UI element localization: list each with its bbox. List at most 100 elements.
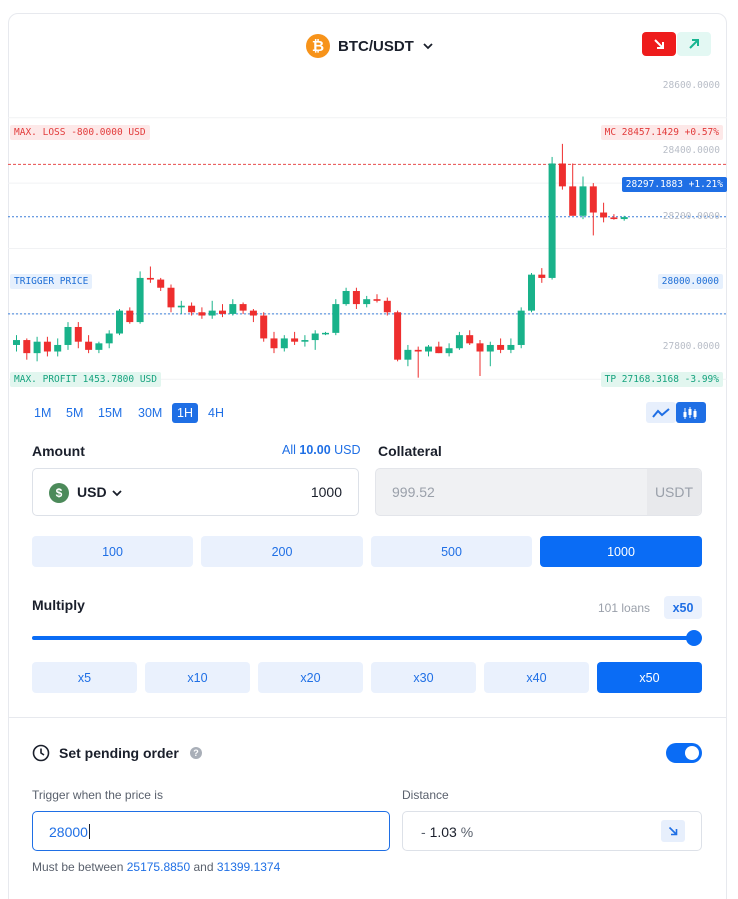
long-button[interactable] xyxy=(677,32,711,56)
line-chart-button[interactable] xyxy=(646,402,676,423)
dollar-icon: $ xyxy=(49,483,69,503)
candle-body xyxy=(517,310,525,345)
collateral-label: Collateral xyxy=(378,443,442,459)
pending-order-toggle[interactable] xyxy=(666,743,702,763)
candle-body xyxy=(404,349,412,360)
candlestick-plot xyxy=(8,117,727,380)
candle-body xyxy=(332,304,340,333)
timeframe-1m[interactable]: 1M xyxy=(30,403,55,423)
timeframe-1h[interactable]: 1H xyxy=(172,403,198,423)
multiplier-slider-handle[interactable] xyxy=(686,630,702,646)
pair-selector[interactable]: ₿ BTC/USDT xyxy=(306,34,434,58)
distance-value: 1.03 xyxy=(429,824,457,840)
section-divider xyxy=(8,717,727,718)
candle-body xyxy=(311,333,319,341)
trigger-price-label: TRIGGER PRICE xyxy=(10,274,93,289)
candle-body xyxy=(352,291,360,305)
candle-body xyxy=(188,305,196,313)
candle-body xyxy=(383,300,391,313)
candle-body xyxy=(198,312,206,316)
candle-body xyxy=(497,344,505,350)
y-tick: 28600.0000 xyxy=(662,80,720,91)
multiply-label: Multiply xyxy=(32,597,85,613)
chevron-down-icon xyxy=(423,43,433,50)
candle-body xyxy=(414,349,422,352)
multiplier-badge: x50 xyxy=(664,596,702,619)
candlestick-chart-icon xyxy=(683,406,697,419)
candle-body xyxy=(589,186,597,213)
candle-body xyxy=(116,310,123,334)
candle-body xyxy=(394,312,402,360)
candle-body xyxy=(455,335,463,349)
multiplier-x50[interactable]: x50 xyxy=(597,662,702,693)
candle-body xyxy=(600,212,608,218)
candle-body xyxy=(126,310,134,323)
candle-body xyxy=(85,341,93,350)
currency-selector[interactable]: USD xyxy=(77,484,107,500)
timeframe-30m[interactable]: 30M xyxy=(134,403,166,423)
toggle-knob xyxy=(685,746,699,760)
candle-body xyxy=(363,299,371,305)
multiplier-x5[interactable]: x5 xyxy=(32,662,137,693)
trigger-price-input[interactable]: 28000 xyxy=(32,811,390,851)
y-tick: 28200.0000 xyxy=(662,211,720,222)
amount-preset-1000[interactable]: 1000 xyxy=(540,536,702,567)
pair-label: BTC/USDT xyxy=(338,37,414,55)
candle-body xyxy=(569,186,577,216)
multiplier-x20[interactable]: x20 xyxy=(258,662,363,693)
amount-preset-500[interactable]: 500 xyxy=(371,536,532,567)
hint-max: 31399.1374 xyxy=(216,860,281,874)
candle-body xyxy=(54,344,62,352)
candle-body xyxy=(136,277,144,323)
distance-field[interactable]: - 1.03 % xyxy=(402,811,702,851)
multiplier-x30[interactable]: x30 xyxy=(371,662,476,693)
multiplier-x40[interactable]: x40 xyxy=(484,662,589,693)
candle-body xyxy=(435,346,443,354)
candle-body xyxy=(476,343,484,352)
amount-preset-200[interactable]: 200 xyxy=(201,536,363,567)
y-tick: 27800.0000 xyxy=(662,341,720,352)
candle-body xyxy=(425,346,432,352)
max-loss-label: MAX. LOSS -800.0000 USD xyxy=(10,125,150,140)
arrow-down-right-icon xyxy=(654,39,664,49)
price-chart[interactable]: 28600.0000 28400.0000 28200.0000 27800.0… xyxy=(8,75,727,395)
all-balance-link[interactable]: All 10.00 USD xyxy=(282,443,361,457)
candlestick-chart-button[interactable] xyxy=(676,402,706,423)
candle-body xyxy=(322,332,329,335)
direction-toggle-button[interactable] xyxy=(661,820,685,842)
candle-body xyxy=(105,333,113,344)
amount-input[interactable]: $ USD 1000 xyxy=(32,468,359,516)
trigger-price-value: 28000 xyxy=(49,824,88,840)
timeframe-15m[interactable]: 15M xyxy=(94,403,126,423)
candle-body xyxy=(208,310,216,316)
amount-preset-100[interactable]: 100 xyxy=(32,536,193,567)
multiplier-x10[interactable]: x10 xyxy=(145,662,250,693)
candle-body xyxy=(157,279,165,288)
all-balance-unit: USD xyxy=(334,443,361,457)
clock-icon xyxy=(32,744,50,762)
collateral-unit: USDT xyxy=(647,469,701,515)
candle-body xyxy=(445,348,453,354)
candle-body xyxy=(95,343,103,350)
multiplier-slider[interactable] xyxy=(32,636,694,640)
candle-body xyxy=(558,163,566,187)
chevron-down-icon[interactable] xyxy=(111,487,123,499)
timeframe-4h[interactable]: 4H xyxy=(204,403,228,423)
bitcoin-icon: ₿ xyxy=(306,34,330,58)
candle-body xyxy=(486,344,494,352)
candle-body xyxy=(239,304,247,311)
collateral-value: 999.52 xyxy=(392,484,435,500)
help-icon[interactable]: ? xyxy=(190,747,202,759)
candle-body xyxy=(249,310,257,316)
candle-body xyxy=(373,299,381,301)
all-prefix: All xyxy=(282,443,296,457)
candle-body xyxy=(528,274,535,311)
amount-value: 1000 xyxy=(310,484,342,500)
candle-body xyxy=(301,340,309,342)
candle-body xyxy=(74,326,82,342)
timeframe-5m[interactable]: 5M xyxy=(62,403,87,423)
candle-body xyxy=(342,291,350,305)
candle-body xyxy=(146,277,154,280)
max-profit-label: MAX. PROFIT 1453.7800 USD xyxy=(10,372,161,387)
short-button[interactable] xyxy=(642,32,676,56)
